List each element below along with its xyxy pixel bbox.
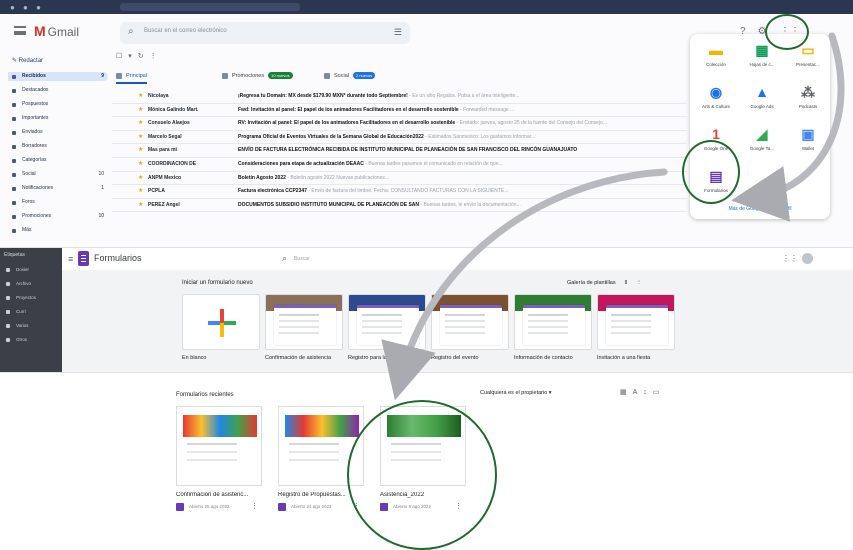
- arrow-apps-to-forms: [731, 32, 845, 222]
- arrow-forms-to-recent: [381, 168, 668, 401]
- arrows-overlay: [381, 32, 845, 401]
